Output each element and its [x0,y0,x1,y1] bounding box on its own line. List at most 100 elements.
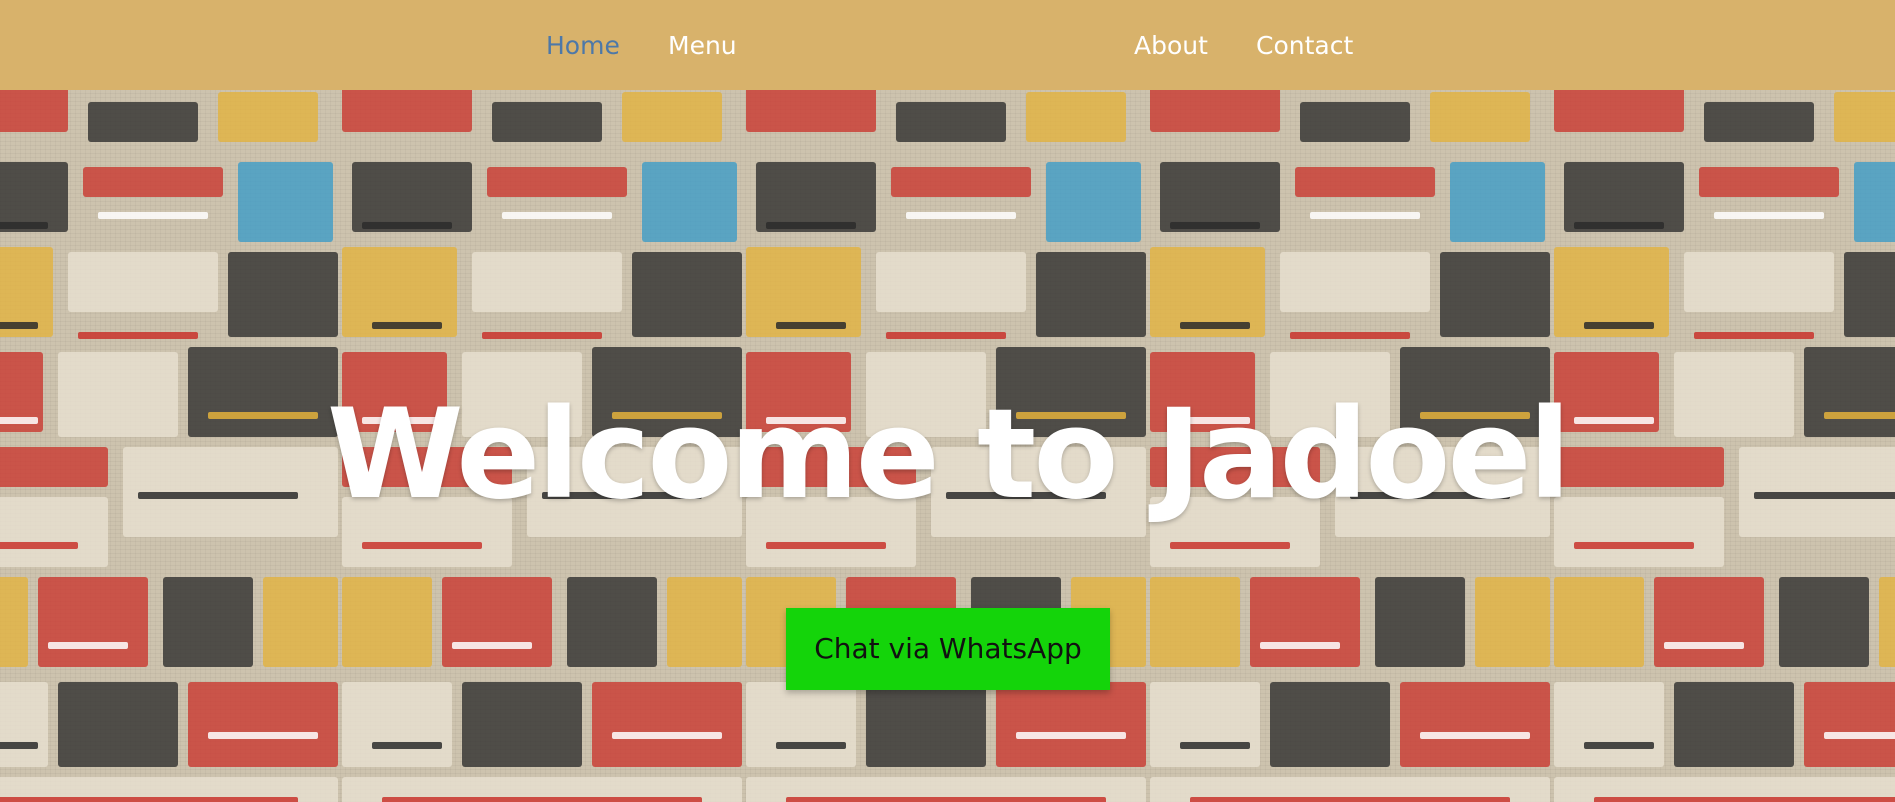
collage-ad-block [622,92,722,142]
collage-ad-text-line [1260,642,1340,649]
hero-section: Welcome to Jadoel Chat via WhatsApp [0,90,1895,802]
collage-ad-block [1440,252,1550,337]
page: Home Menu About Contact Welcome to Jadoe… [0,0,1895,802]
collage-ad-text-line [766,222,856,229]
collage-ad-block [1684,252,1834,312]
collage-ad-text-line [78,332,198,339]
collage-ad-block [342,682,452,767]
collage-ad-block [746,90,876,132]
collage-ad-block [1804,682,1895,767]
collage-ad-block [1879,577,1895,667]
nav-about-link[interactable]: About [1134,30,1208,62]
collage-ad-block [1704,102,1814,142]
collage-ad-text-line [48,642,128,649]
collage-ad-text-line [98,212,208,219]
collage-ad-text-line [1594,797,1895,802]
nav-contact-link[interactable]: Contact [1256,30,1353,62]
collage-ad-block [442,577,552,667]
collage-ad-block [163,577,253,667]
collage-ad-text-line [362,542,482,549]
collage-ad-block [876,252,1026,312]
collage-ad-block [1654,577,1764,667]
nav-home-link[interactable]: Home [546,30,620,62]
collage-ad-block [1699,167,1839,197]
collage-ad-text-line [776,742,846,749]
collage-ad-block [1854,162,1895,242]
collage-ad-block [188,682,338,767]
collage-ad-block [0,682,48,767]
collage-ad-block [632,252,742,337]
collage-ad-text-line [1824,732,1895,739]
collage-ad-text-line [1584,742,1654,749]
whatsapp-chat-button[interactable]: Chat via WhatsApp [786,608,1110,690]
collage-ad-text-line [452,642,532,649]
collage-ad-block [891,167,1031,197]
collage-ad-block [472,252,622,312]
collage-ad-text-line [766,542,886,549]
collage-ad-block [342,90,472,132]
collage-ad-text-line [1180,742,1250,749]
collage-ad-block [1300,102,1410,142]
nav-menu-link[interactable]: Menu [668,30,737,62]
collage-ad-text-line [1016,732,1126,739]
collage-ad-block [0,90,68,132]
collage-ad-text-line [362,222,452,229]
collage-ad-text-line [208,732,318,739]
collage-ad-block [1375,577,1465,667]
collage-ad-block [68,252,218,312]
collage-ad-block [1250,577,1360,667]
hero-title: Welcome to Jadoel [326,383,1571,527]
collage-ad-block [83,167,223,197]
top-navbar: Home Menu About Contact [0,0,1895,90]
collage-ad-block [1280,252,1430,312]
collage-ad-text-line [786,797,1106,802]
collage-ad-block [1834,92,1895,142]
collage-ad-block [1046,162,1141,242]
collage-ad-block [1150,90,1280,132]
collage-ad-block [592,682,742,767]
collage-ad-text-line [1574,542,1694,549]
collage-ad-block [1430,92,1530,142]
collage-ad-block [1844,252,1895,337]
collage-ad-text-line [1290,332,1410,339]
collage-ad-block [1450,162,1545,242]
collage-ad-text-line [886,332,1006,339]
collage-ad-text-line [1584,322,1654,329]
collage-ad-text-line [1420,732,1530,739]
collage-ad-block [38,577,148,667]
collage-ad-block [0,577,28,667]
collage-ad-block [1554,682,1664,767]
collage-ad-text-line [382,797,702,802]
collage-ad-text-line [0,542,78,549]
collage-ad-block [1036,252,1146,337]
collage-ad-text-line [1170,222,1260,229]
collage-ad-block [996,682,1146,767]
collage-ad-block [462,682,582,767]
collage-ad-text-line [906,212,1016,219]
collage-ad-block [1026,92,1126,142]
collage-ad-block [238,162,333,242]
collage-ad-block [88,102,198,142]
collage-ad-block [896,102,1006,142]
collage-ad-block [1674,682,1794,767]
collage-ad-text-line [612,732,722,739]
collage-ad-text-line [372,322,442,329]
collage-ad-text-line [1180,322,1250,329]
collage-ad-block [218,92,318,142]
collage-ad-text-line [0,322,38,329]
collage-ad-block [667,577,742,667]
collage-ad-block [1779,577,1869,667]
collage-ad-block [492,102,602,142]
collage-ad-text-line [502,212,612,219]
collage-ad-text-line [1190,797,1510,802]
collage-ad-block [1554,577,1644,667]
collage-ad-block [567,577,657,667]
collage-ad-block [58,682,178,767]
collage-ad-text-line [0,222,48,229]
collage-ad-block [642,162,737,242]
collage-ad-block [1554,90,1684,132]
collage-ad-block [1150,577,1240,667]
collage-ad-text-line [372,742,442,749]
collage-ad-text-line [1714,212,1824,219]
collage-ad-block [1270,682,1390,767]
